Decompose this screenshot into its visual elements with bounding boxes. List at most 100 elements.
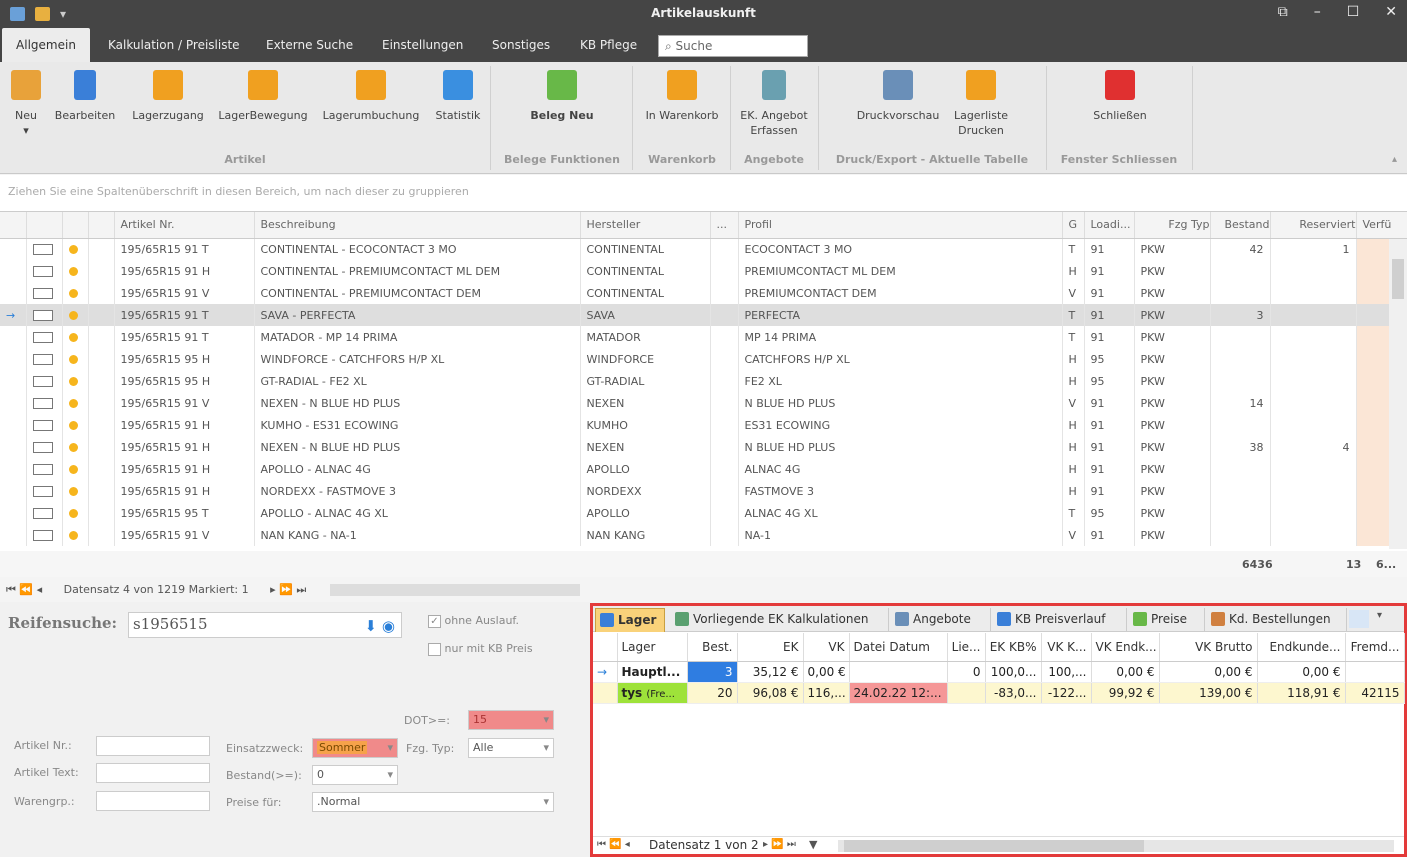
column-header-blank[interactable] xyxy=(88,212,115,239)
nur-kb-preis-checkbox[interactable]: nur mit KB Preis xyxy=(428,642,533,656)
row-checkbox[interactable] xyxy=(26,326,63,348)
column-header-endkunde[interactable]: Endkunde... xyxy=(1257,633,1346,662)
download-icon[interactable]: ⬇ xyxy=(364,617,377,635)
lagerumbuchung-button[interactable]: Lagerumbuchung xyxy=(318,70,424,123)
row-checkbox[interactable] xyxy=(26,392,63,414)
table-row[interactable]: 195/65R15 91 T MATADOR - MP 14 PRIMA MATAD… xyxy=(0,326,1407,348)
in-warenkorb-button[interactable]: In Warenkorb xyxy=(638,70,726,123)
tab-kb-preisverlauf[interactable]: KB Preisverlauf xyxy=(993,608,1127,632)
filter-icon[interactable]: ▼ xyxy=(809,838,817,851)
nav-next-icon[interactable]: ▸ ⏩ ⏭ xyxy=(763,839,796,850)
table-row[interactable]: 195/65R15 91 H CONTINENTAL - PREMIUMCONTA… xyxy=(0,260,1407,282)
column-header-bestand[interactable]: Bestand xyxy=(1210,212,1271,239)
tire-search-input[interactable]: s1956515 ⬇ ◉ xyxy=(128,612,402,638)
column-header-g[interactable]: G xyxy=(1062,212,1085,239)
row-checkbox[interactable] xyxy=(26,436,63,458)
table-row[interactable]: 195/65R15 95 H WINDFORCE - CATCHFORS H/P … xyxy=(0,348,1407,370)
detail-horizontal-scrollbar[interactable] xyxy=(838,840,1394,852)
ohne-auslauf-checkbox[interactable]: ✓ ohne Auslauf. xyxy=(428,614,519,628)
artikel-nr-input[interactable] xyxy=(96,736,210,756)
table-row[interactable]: → 195/65R15 91 T SAVA - PERFECTA SAVA PERFEC… xyxy=(0,304,1407,326)
scrollbar-thumb[interactable] xyxy=(844,840,1144,852)
globe-icon[interactable]: ◉ xyxy=(382,617,395,635)
tab-preise[interactable]: Preise xyxy=(1129,608,1205,632)
close-button[interactable]: ✕ xyxy=(1385,4,1397,20)
row-checkbox[interactable] xyxy=(26,458,63,480)
more-tabs-icon[interactable] xyxy=(1349,610,1369,628)
druckvorschau-button[interactable]: Druckvorschau xyxy=(852,70,944,123)
collapse-ribbon-icon[interactable]: ▴ xyxy=(1392,154,1397,165)
column-header-datei-datum[interactable]: Datei Datum xyxy=(849,633,948,662)
tab-externe-suche[interactable]: Externe Suche xyxy=(260,28,359,62)
tab-kalkulation[interactable]: Kalkulation / Preisliste xyxy=(102,28,246,62)
nav-first-icon[interactable]: ⏮ ⏪ ◂ xyxy=(597,839,630,850)
column-header-status[interactable] xyxy=(62,212,89,239)
ribbon-search-input[interactable]: ⌕ Suche xyxy=(658,35,808,57)
row-checkbox[interactable] xyxy=(26,304,63,326)
tab-sonstiges[interactable]: Sonstiges xyxy=(486,28,556,62)
column-header-indicator[interactable] xyxy=(0,212,27,239)
new-button[interactable]: Neu ▾ xyxy=(8,70,44,138)
table-row[interactable]: tys (Fre... 20 96,08 €116,... 24.02.22 12:.… xyxy=(593,682,1405,704)
preise-fuer-select[interactable]: .Normal xyxy=(312,792,554,812)
nav-first-icon[interactable]: ⏮ ⏪ ◂ xyxy=(6,583,42,596)
tab-einstellungen[interactable]: Einstellungen xyxy=(376,28,469,62)
column-header-vk-endkunde[interactable]: VK Endk... xyxy=(1091,633,1160,662)
row-checkbox[interactable] xyxy=(26,282,63,304)
column-header-vk-kb[interactable]: VK K... xyxy=(1041,633,1092,662)
lagerliste-drucken-button[interactable]: Lagerliste Drucken xyxy=(946,70,1016,138)
column-header-loadindex[interactable]: Loadi... xyxy=(1084,212,1135,239)
column-header-artikel-nr[interactable]: Artikel Nr. xyxy=(114,212,255,239)
chevron-down-icon[interactable]: ▾ xyxy=(1377,610,1382,621)
einsatzzweck-select[interactable]: Sommer xyxy=(312,738,398,758)
column-header-fremd[interactable]: Fremd... xyxy=(1345,633,1405,662)
grid-vertical-scrollbar[interactable] xyxy=(1389,239,1407,549)
row-checkbox[interactable] xyxy=(26,480,63,502)
column-header-fzg-typ[interactable]: Fzg Typ xyxy=(1134,212,1211,239)
dot-select[interactable]: 15 xyxy=(468,710,554,730)
table-row[interactable]: 195/65R15 95 H GT-RADIAL - FE2 XL GT-RADIA… xyxy=(0,370,1407,392)
table-row[interactable]: 195/65R15 91 V NEXEN - N BLUE HD PLUS NEXE… xyxy=(0,392,1407,414)
artikel-text-input[interactable] xyxy=(96,763,210,783)
grid-horizontal-scrollbar[interactable] xyxy=(330,584,580,596)
tab-lager[interactable]: Lager xyxy=(595,608,665,632)
table-row[interactable]: 195/65R15 91 V NAN KANG - NA-1 NAN KANG NA-… xyxy=(0,524,1407,546)
tab-allgemein[interactable]: Allgemein xyxy=(2,28,90,62)
column-header-vk-brutto[interactable]: VK Brutto xyxy=(1159,633,1258,662)
column-header-reserviert[interactable]: Reserviert xyxy=(1270,212,1357,239)
column-header-verfuegbar[interactable]: Verfü xyxy=(1356,212,1407,239)
warengrp-input[interactable] xyxy=(96,791,210,811)
restore-icon[interactable]: ⧉ xyxy=(1278,4,1288,20)
column-header-beschreibung[interactable]: Beschreibung xyxy=(254,212,581,239)
table-row[interactable]: 195/65R15 91 H NEXEN - N BLUE HD PLUS NEXE… xyxy=(0,436,1407,458)
row-checkbox[interactable] xyxy=(26,348,63,370)
table-row[interactable]: → Hauptl... 3 35,12 €0,00 €0 100,0... 100,...… xyxy=(593,661,1405,683)
edit-button[interactable]: Bearbeiten xyxy=(52,70,118,123)
close-window-button[interactable]: Schließen xyxy=(1086,70,1154,123)
row-checkbox[interactable] xyxy=(26,370,63,392)
beleg-neu-button[interactable]: Beleg Neu xyxy=(520,70,604,123)
column-header-ek-kb[interactable]: EK KB% xyxy=(985,633,1042,662)
tab-kd-bestellungen[interactable]: Kd. Bestellungen xyxy=(1207,608,1347,632)
maximize-button[interactable]: ☐ xyxy=(1347,4,1360,20)
column-header-lieferant[interactable]: Lie... xyxy=(947,633,986,662)
column-header-vk[interactable]: VK xyxy=(803,633,850,662)
column-header-ek[interactable]: EK xyxy=(737,633,804,662)
fzg-typ-select[interactable]: Alle xyxy=(468,738,554,758)
table-row[interactable]: 195/65R15 91 T CONTINENTAL - ECOCONTACT 3… xyxy=(0,238,1407,260)
column-header-checkbox[interactable] xyxy=(26,212,63,239)
column-header-more[interactable]: ... xyxy=(710,212,739,239)
table-row[interactable]: 195/65R15 95 T APOLLO - ALNAC 4G XL APOLLO… xyxy=(0,502,1407,524)
row-checkbox[interactable] xyxy=(26,414,63,436)
lagerbewegung-button[interactable]: LagerBewegung xyxy=(214,70,312,123)
bestand-select[interactable]: 0 xyxy=(312,765,398,785)
column-header-profil[interactable]: Profil xyxy=(738,212,1063,239)
row-checkbox[interactable] xyxy=(26,238,63,260)
table-row[interactable]: 195/65R15 91 V CONTINENTAL - PREMIUMCONTA… xyxy=(0,282,1407,304)
table-row[interactable]: 195/65R15 91 H KUMHO - ES31 ECOWING KUMHO E… xyxy=(0,414,1407,436)
column-header-best[interactable]: Best. xyxy=(687,633,738,662)
tab-ek-kalkulationen[interactable]: Vorliegende EK Kalkulationen xyxy=(671,608,889,632)
minimize-button[interactable]: – xyxy=(1314,4,1321,20)
column-header-indicator[interactable] xyxy=(593,633,618,662)
group-by-panel[interactable]: Ziehen Sie eine Spaltenüberschrift in di… xyxy=(0,175,1407,211)
